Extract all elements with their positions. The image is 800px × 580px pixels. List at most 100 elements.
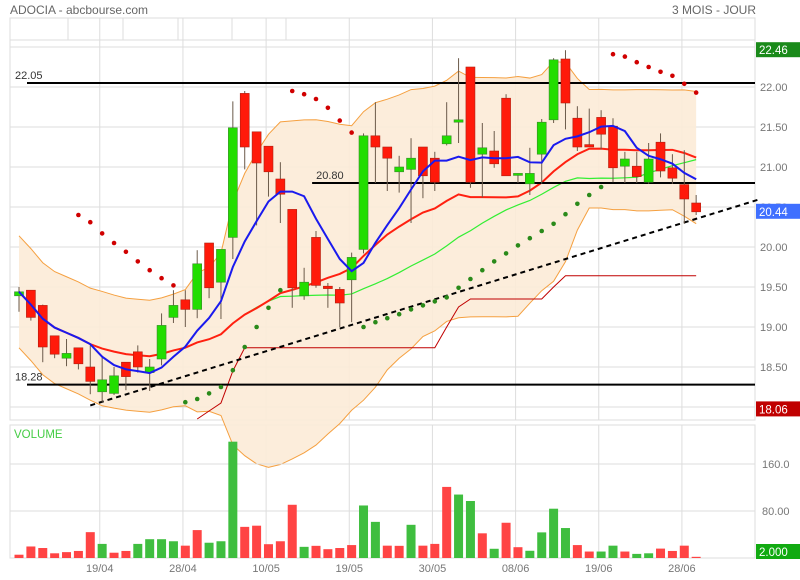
volume-bar: [525, 550, 535, 558]
candle: [548, 58, 559, 123]
volume-bar: [38, 548, 48, 558]
sar-dot: [670, 73, 675, 79]
candle-body: [513, 173, 523, 176]
volume-bar: [608, 545, 618, 558]
volume-bar: [216, 541, 226, 558]
sar-dot: [183, 399, 188, 405]
volume-bar: [382, 545, 392, 558]
sar-dot: [349, 130, 354, 135]
x-tick-label: 28/04: [169, 563, 197, 575]
candle-body: [382, 146, 393, 159]
volume-bar: [109, 552, 119, 558]
volume-tick-label: 160.0: [762, 459, 790, 471]
candle-body: [334, 289, 345, 304]
sar-dot: [491, 259, 497, 264]
candle-body: [406, 157, 416, 170]
volume-bar: [549, 508, 559, 558]
candle-body: [180, 299, 191, 310]
candle-body: [287, 209, 298, 289]
candle-body: [358, 135, 369, 250]
sar-dot: [206, 391, 212, 396]
volume-bar: [644, 553, 654, 558]
sar-dot: [99, 231, 105, 236]
sar-dot: [586, 192, 592, 198]
candle-body: [584, 144, 595, 148]
sar-dot: [194, 396, 200, 402]
sar-dot: [456, 285, 461, 291]
sar-dot: [658, 69, 663, 75]
volume-bar: [73, 550, 83, 558]
candle-body: [691, 202, 701, 213]
sar-dot: [230, 367, 236, 373]
price-chart: 19/04 28/04 10/05 19/05 30/05 08/06 19/06 28/06…: [9, 17, 800, 575]
candle: [358, 133, 369, 254]
volume-bar: [584, 551, 594, 558]
volume-bar: [168, 541, 178, 558]
candle-body: [251, 131, 262, 164]
volume-bar: [454, 494, 464, 558]
x-tick-label: 28/06: [668, 563, 696, 575]
candle-body: [239, 93, 250, 148]
candle-body: [192, 263, 202, 310]
sar-dot: [76, 212, 81, 218]
volume-bar: [26, 546, 36, 558]
volume-bar: [62, 552, 72, 558]
volume-bar: [430, 543, 440, 558]
candle-body: [536, 121, 547, 155]
candle: [465, 66, 476, 188]
sar-dot: [111, 240, 117, 246]
volume-bar: [323, 549, 333, 558]
volume-bar: [442, 486, 452, 558]
volume-bar: [133, 543, 143, 558]
sar-dot: [681, 81, 687, 87]
volume-bar: [157, 539, 167, 558]
y-tick-label: 22.00: [760, 82, 788, 94]
y-tick-label: 20.00: [760, 242, 788, 254]
candle-body: [453, 119, 464, 123]
level-label: 20.80: [316, 170, 344, 182]
sar-dot: [266, 305, 271, 311]
sar-dot: [361, 324, 366, 330]
volume-bar: [620, 551, 630, 558]
candle-body: [631, 165, 642, 177]
candle-body: [216, 249, 226, 283]
candle-body: [477, 147, 488, 155]
sar-dot: [634, 59, 640, 65]
sar-dot: [610, 51, 616, 57]
last-price-badge: 20.44: [759, 207, 788, 219]
volume-bar: [287, 504, 297, 558]
volume-bar: [240, 526, 250, 558]
candle-body: [643, 158, 654, 183]
candle-body: [228, 127, 238, 238]
low-price-badge: 18.06: [759, 404, 788, 416]
volume-bar: [406, 524, 416, 558]
candle-body: [323, 285, 333, 289]
level-label: 22.05: [15, 70, 43, 82]
sar-dot: [171, 283, 176, 288]
sar-dot: [527, 235, 533, 241]
volume-bar: [596, 551, 606, 558]
candle-body: [370, 135, 381, 148]
volume-bar: [560, 528, 570, 558]
volume-bar: [394, 545, 404, 558]
candle-body: [655, 141, 666, 172]
volume-bar: [656, 548, 666, 558]
sar-dot: [420, 303, 426, 308]
sar-dot: [444, 295, 449, 300]
volume-tick-label: 80.00: [762, 506, 790, 518]
volume-bar: [252, 525, 262, 558]
sar-dot: [325, 105, 331, 111]
sar-dot: [563, 211, 568, 217]
sar-dot: [147, 267, 152, 273]
candle-body: [501, 97, 511, 177]
volume-bar: [275, 541, 285, 558]
volume-bar: [537, 532, 547, 558]
volume-bar: [97, 543, 107, 558]
volume-bar: [204, 542, 214, 558]
sar-dot: [575, 201, 580, 207]
y-tick-label: 19.00: [760, 322, 788, 334]
sar-dot: [123, 249, 129, 255]
candle-body: [608, 125, 618, 169]
sar-dot: [693, 90, 699, 95]
sar-dot: [468, 276, 473, 282]
